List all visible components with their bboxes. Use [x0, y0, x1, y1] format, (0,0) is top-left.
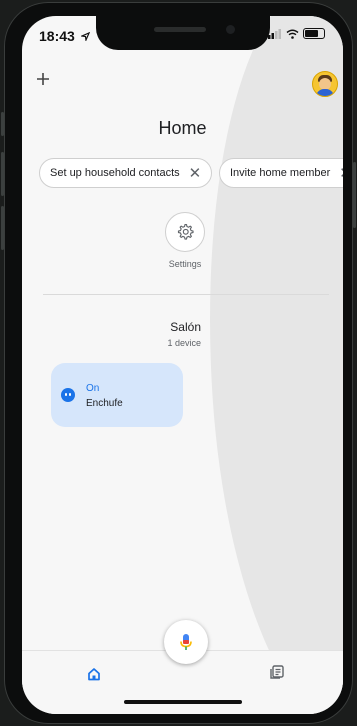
notch	[96, 16, 270, 50]
home-icon	[88, 668, 100, 681]
add-button[interactable]	[36, 68, 50, 90]
close-icon[interactable]: ✕	[339, 164, 343, 182]
account-avatar[interactable]	[312, 71, 338, 97]
page-title: Home	[158, 118, 207, 138]
settings-label: Settings	[168, 259, 202, 269]
room-device-count: 1 device	[167, 338, 201, 348]
divider	[43, 294, 329, 295]
side-button	[353, 162, 356, 228]
device-name: Enchufe	[86, 398, 123, 409]
chip-household-contacts[interactable]: Set up household contacts ✕	[39, 158, 213, 188]
status-time-text: 18:43	[39, 28, 75, 44]
chip-label: Set up household contacts	[50, 167, 180, 179]
battery-icon	[303, 28, 325, 39]
location-arrow-icon	[79, 31, 90, 43]
settings-button[interactable]	[165, 212, 205, 252]
device-card[interactable]: On Enchufe	[51, 363, 183, 427]
mic-icon	[180, 634, 192, 650]
voice-assistant-button[interactable]	[164, 620, 208, 664]
app-content: 18:43 Home Set up household contacts ✕ I…	[22, 16, 343, 714]
tab-home[interactable]	[87, 667, 101, 686]
device-state: On	[86, 383, 100, 394]
status-icons	[268, 28, 325, 39]
avatar-shirt	[316, 89, 334, 96]
speaker	[154, 27, 206, 32]
tab-feed[interactable]	[269, 664, 285, 685]
plus-icon	[37, 73, 49, 85]
side-button	[1, 206, 4, 250]
phone-frame: 18:43 Home Set up household contacts ✕ I…	[1, 2, 356, 724]
wifi-icon	[286, 29, 299, 39]
side-button	[1, 152, 4, 196]
camera	[226, 25, 235, 34]
close-icon[interactable]: ✕	[189, 164, 202, 182]
chip-invite-member[interactable]: Invite home member ✕	[219, 158, 343, 188]
side-button	[1, 112, 4, 136]
feed-icon	[270, 665, 284, 679]
room-name: Salón	[170, 320, 201, 334]
screen: 18:43 Home Set up household contacts ✕ I…	[22, 16, 343, 714]
status-time: 18:43	[39, 28, 90, 44]
home-indicator[interactable]	[124, 700, 242, 704]
gear-icon	[177, 223, 194, 240]
plug-icon	[61, 388, 75, 402]
chip-label: Invite home member	[230, 167, 331, 179]
signal-icon	[268, 28, 281, 39]
